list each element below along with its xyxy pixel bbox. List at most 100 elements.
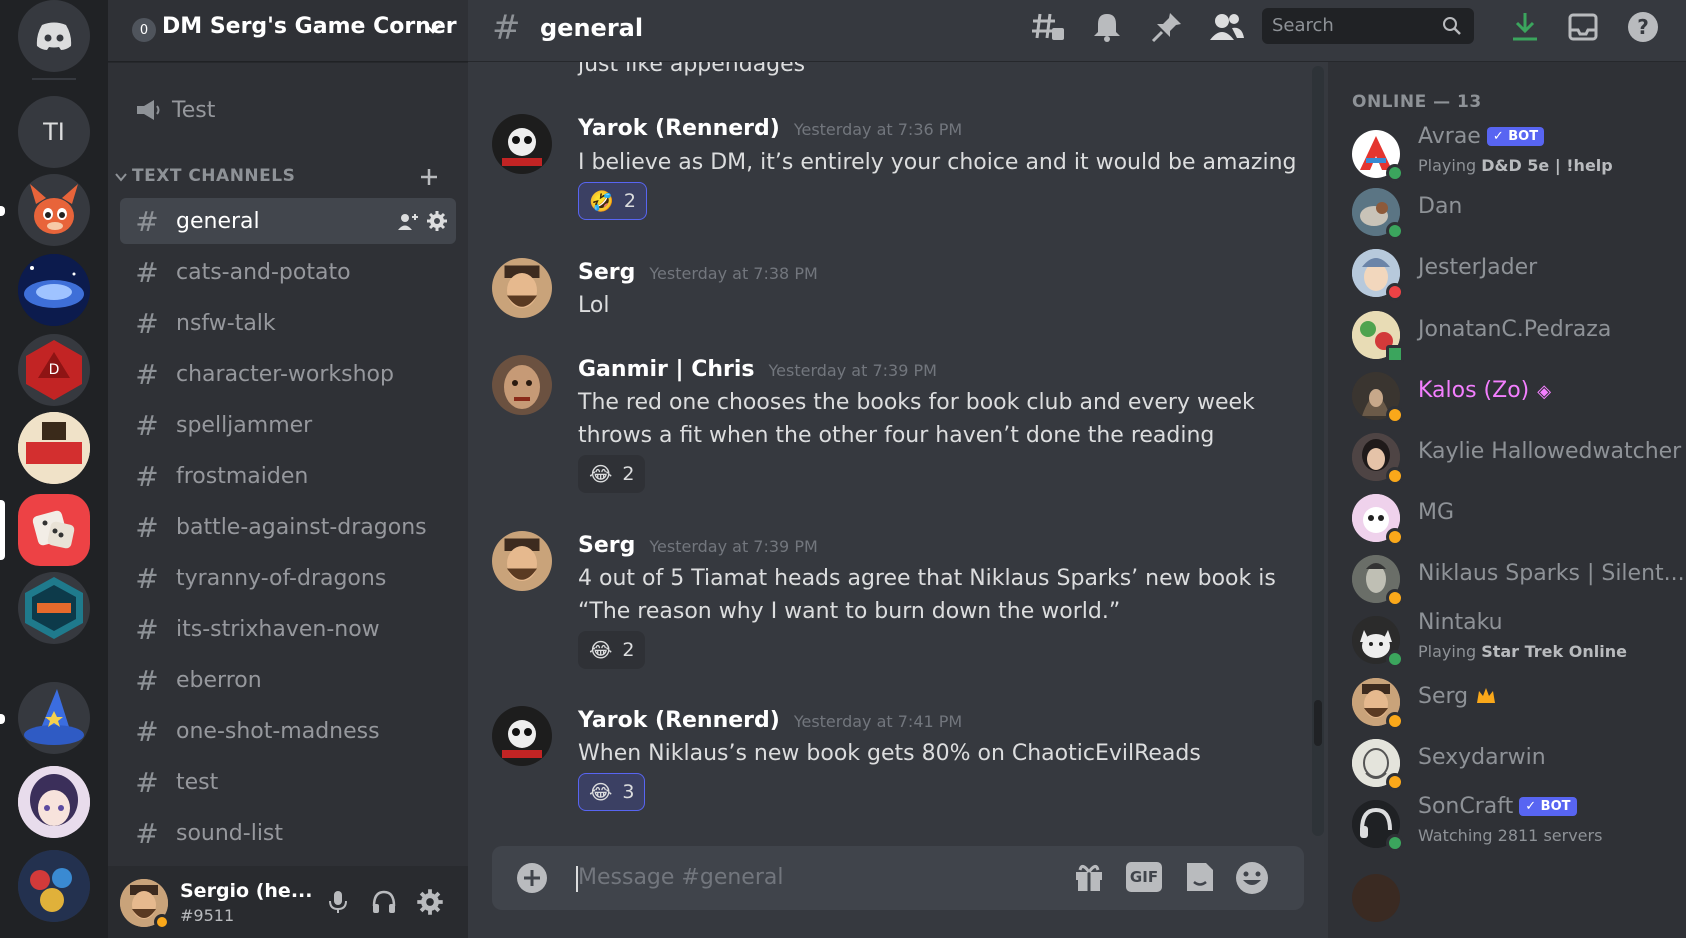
server-icon-dice[interactable] (18, 494, 90, 566)
server-icon-celebration[interactable] (18, 572, 90, 644)
member-sexydarwin[interactable]: Sexydarwin (1352, 733, 1686, 793)
member-soncraft[interactable]: SonCraft ✓ BOT Watching 2811 servers (1352, 794, 1686, 854)
author-avatar[interactable] (492, 355, 552, 415)
heroes-art-icon (18, 850, 90, 922)
server-icon-space[interactable] (18, 254, 90, 326)
notification-bell-icon[interactable] (1090, 10, 1124, 44)
member-group-heading: ONLINE — 13 (1352, 92, 1482, 112)
server-icon-heroes[interactable] (18, 850, 90, 922)
server-icon-ti[interactable]: TI (18, 96, 90, 168)
add-attachment-icon[interactable] (516, 862, 548, 894)
member-name: Sexydarwin (1418, 745, 1546, 770)
author-avatar[interactable] (492, 531, 552, 591)
message-timestamp: Yesterday at 7:38 PM (649, 264, 818, 283)
member-kalos-zo[interactable]: Kalos (Zo) ◈ (1352, 366, 1686, 426)
user-panel: Sergio (he... #9511 (108, 866, 468, 938)
reaction-button[interactable]: 😂 3 (578, 773, 646, 811)
emoji-picker-icon[interactable] (1234, 860, 1270, 896)
channel-label: general (176, 208, 260, 234)
channel-nsfw-talk[interactable]: # nsfw-talk (120, 300, 456, 346)
message-timestamp: Yesterday at 7:39 PM (768, 361, 937, 380)
search-box[interactable]: Search (1262, 8, 1474, 44)
gift-icon[interactable] (1072, 860, 1106, 894)
member-partial[interactable] (1352, 868, 1686, 928)
channel-sound-list[interactable]: # sound-list (120, 810, 456, 856)
scrollbar-track[interactable] (1312, 66, 1324, 836)
member-jesterjader[interactable]: JesterJader (1352, 243, 1686, 303)
server-icon-dnd[interactable] (18, 412, 90, 484)
voice-channel-test[interactable]: Test (120, 87, 456, 133)
message-author[interactable]: Ganmir | Chris (578, 357, 755, 382)
author-avatar[interactable] (492, 706, 552, 766)
user-name[interactable]: Sergio (he... (180, 880, 312, 902)
channel-cats-and-potato[interactable]: # cats-and-potato (120, 249, 456, 295)
member-name: MG (1418, 500, 1455, 525)
reaction-button[interactable]: 🤣 2 (578, 182, 647, 220)
channel-hash-icon: # (492, 8, 521, 48)
threads-icon[interactable] (1030, 10, 1066, 46)
member-jonatanc-pedraza[interactable]: JonatanC.Pedraza (1352, 305, 1686, 365)
channel-label: frostmaiden (176, 463, 309, 489)
server-header[interactable]: 0 DM Serg's Game Corner (108, 0, 468, 62)
search-input[interactable]: Search (1272, 15, 1334, 36)
invite-member-icon[interactable] (396, 210, 420, 234)
message-author[interactable]: Yarok (Rennerd) (578, 116, 780, 141)
member-serg[interactable]: Serg (1352, 672, 1686, 732)
headphones-icon[interactable] (370, 888, 398, 916)
user-tag: #9511 (180, 906, 235, 925)
member-avrae[interactable]: Avrae ✓ BOT Playing D&D 5e | !help (1352, 124, 1686, 184)
message-author[interactable]: Serg (578, 533, 635, 558)
pin-icon[interactable] (1150, 10, 1184, 44)
channel-character-workshop[interactable]: # character-workshop (120, 351, 456, 397)
scrollbar-thumb[interactable] (1314, 700, 1322, 746)
channel-settings-gear-icon[interactable] (426, 210, 448, 232)
download-icon[interactable] (1508, 10, 1542, 44)
user-settings-gear-icon[interactable] (416, 888, 444, 916)
member-kaylie-hallowedwatcher[interactable]: Kaylie Hallowedwatcher (1352, 427, 1686, 487)
server-icon-fox[interactable] (18, 174, 90, 246)
status-dnd (1386, 283, 1404, 301)
reaction-button[interactable]: 😂 2 (578, 631, 646, 669)
reaction-button[interactable]: 😂 2 (578, 455, 646, 493)
message-input[interactable]: Message #general (578, 865, 783, 890)
add-channel-icon[interactable] (418, 166, 440, 188)
server-icon-anime[interactable] (18, 766, 90, 838)
channel-its-strixhaven-now[interactable]: # its-strixhaven-now (120, 606, 456, 652)
inbox-icon[interactable] (1566, 10, 1600, 44)
home-button[interactable] (18, 0, 90, 72)
channel-spelljammer[interactable]: # spelljammer (120, 402, 456, 448)
reaction-emoji: 😂 (589, 462, 613, 486)
selected-server-indicator (0, 500, 5, 560)
member-list: ONLINE — 13 Avrae ✓ BOT Playing D&D 5e | … (1328, 62, 1686, 938)
status-mobile (1386, 345, 1404, 363)
member-name: SonCraft ✓ BOT (1418, 794, 1577, 819)
category-text-channels[interactable]: TEXT CHANNELS (132, 166, 295, 186)
member-nintaku[interactable]: Nintaku Playing Star Trek Online (1352, 610, 1686, 670)
member-dan[interactable]: Dan (1352, 182, 1686, 242)
channel-eberron[interactable]: # eberron (120, 657, 456, 703)
channel-frostmaiden[interactable]: # frostmaiden (120, 453, 456, 499)
member-mg[interactable]: MG (1352, 488, 1686, 548)
help-icon[interactable]: ? (1626, 10, 1660, 44)
message-author[interactable]: Serg (578, 260, 635, 285)
message-timestamp: Yesterday at 7:39 PM (649, 537, 818, 556)
author-avatar[interactable] (492, 258, 552, 318)
author-avatar[interactable] (492, 114, 552, 174)
channel-battle-against-dragons[interactable]: # battle-against-dragons (120, 504, 456, 550)
server-icon-d20[interactable]: D (18, 334, 90, 406)
channel-general[interactable]: # general (120, 198, 456, 244)
channel-tyranny-of-dragons[interactable]: # tyranny-of-dragons (120, 555, 456, 601)
chat-header: # general Search ? (468, 0, 1686, 62)
server-icon-wizard[interactable] (18, 682, 90, 754)
channel-test[interactable]: # test (120, 759, 456, 805)
member-niklaus-sparks[interactable]: Niklaus Sparks | Silent... (1352, 549, 1686, 609)
reaction-emoji: 😂 (589, 638, 613, 662)
channel-one-shot-madness[interactable]: # one-shot-madness (120, 708, 456, 754)
message-author[interactable]: Yarok (Rennerd) (578, 708, 780, 733)
sticker-icon[interactable] (1184, 860, 1216, 894)
status-online (1386, 834, 1404, 852)
gif-button[interactable]: GIF (1126, 862, 1162, 892)
member-list-icon[interactable] (1208, 10, 1246, 44)
orc-face-avatar-icon (492, 355, 552, 415)
microphone-icon[interactable] (324, 888, 352, 916)
